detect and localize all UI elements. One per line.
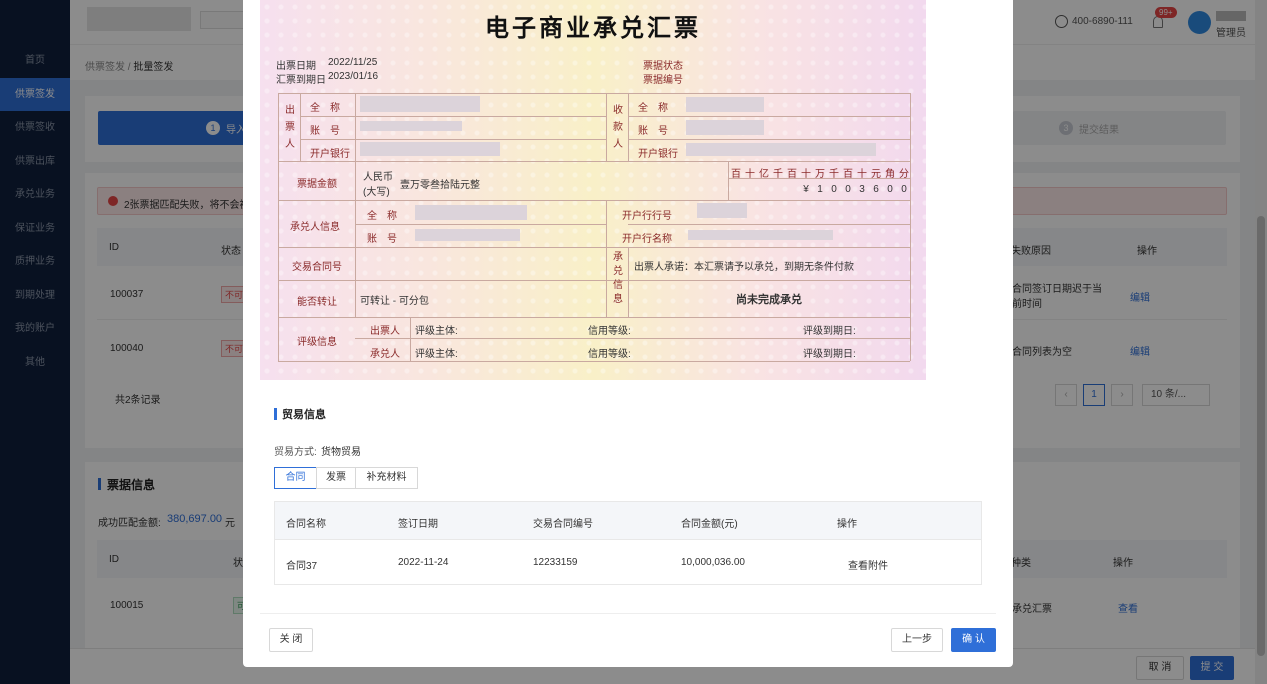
redacted-payee-account xyxy=(686,120,764,135)
rating-expiry-1: 评级到期日: xyxy=(803,326,856,337)
bill-title: 电子商业承兑汇票 xyxy=(485,15,701,42)
drawer-account-label: 账 号 xyxy=(310,126,340,137)
drawer-bank-label: 开户银行 xyxy=(310,149,350,160)
payee-name-label: 全 称 xyxy=(638,103,668,114)
redacted-payee-bank xyxy=(686,143,876,156)
trade-info-title: 贸易信息 xyxy=(282,409,326,421)
redacted-drawer-name xyxy=(360,96,480,112)
trade-method-value: 货物贸易 xyxy=(321,447,361,458)
contract-no: 12233159 xyxy=(533,557,578,568)
redacted-acceptor-bank-no xyxy=(697,203,747,218)
acceptor-name-label: 全 称 xyxy=(367,211,397,222)
tab-contract[interactable]: 合同 xyxy=(274,467,317,489)
col-sign-date: 签订日期 xyxy=(398,519,438,530)
col-contract-amount: 合同金额(元) xyxy=(681,519,738,530)
rating-expiry-2: 评级到期日: xyxy=(803,349,856,360)
rating-subject-2: 评级主体: xyxy=(415,349,458,360)
tab-supplementary[interactable]: 补充材料 xyxy=(355,467,418,489)
redacted-acceptor-bank-name xyxy=(688,230,833,240)
acceptor-bank-no-label: 开户行行号 xyxy=(622,211,672,222)
rmb-label: 人民币 xyxy=(363,172,393,183)
acceptor-account-label: 账 号 xyxy=(367,234,397,245)
acceptor-info-label: 承兑人信息 xyxy=(290,222,340,233)
modal-footer-divider xyxy=(260,613,996,614)
trade-section-marker xyxy=(274,408,277,420)
prev-step-button[interactable]: 上一步 xyxy=(891,628,943,652)
payee-account-label: 账 号 xyxy=(638,126,668,137)
redacted-acceptor-name xyxy=(415,205,527,220)
amount-label: 票据金额 xyxy=(297,179,337,190)
redacted-drawer-account xyxy=(360,121,462,131)
redacted-payee-name xyxy=(686,97,764,112)
acceptor-bank-name-label: 开户行名称 xyxy=(622,234,672,245)
bill-face: 电子商业承兑汇票 出票日期 2022/11/25 汇票到期日 2023/01/1… xyxy=(260,0,926,380)
confirm-button[interactable]: 确 认 xyxy=(951,628,996,652)
contract-table: 合同名称 签订日期 交易合同编号 合同金额(元) 操作 合同37 2022-11… xyxy=(274,501,982,585)
col-contract-no: 交易合同编号 xyxy=(533,519,593,530)
rating-acceptor-label: 承兑人 xyxy=(370,349,400,360)
uppercase-label: (大写) xyxy=(363,187,390,198)
bill-status-label: 票据状态 xyxy=(643,61,683,72)
payee-label: 收款人 xyxy=(613,105,623,150)
trade-method-label: 贸易方式: xyxy=(274,447,317,458)
due-date: 2023/01/16 xyxy=(328,71,379,82)
credit-level-2: 信用等级: xyxy=(588,349,631,360)
close-button[interactable]: 关 闭 xyxy=(269,628,313,652)
issue-date-label: 出票日期 xyxy=(276,61,316,72)
contract-date: 2022-11-24 xyxy=(398,557,449,568)
tab-invoice[interactable]: 发票 xyxy=(316,467,356,489)
contract-amount: 10,000,036.00 xyxy=(681,557,745,568)
contract-table-header: 合同名称 签订日期 交易合同编号 合同金额(元) 操作 xyxy=(275,502,981,540)
drawer-label: 出票人 xyxy=(285,105,295,150)
rating-subject-1: 评级主体: xyxy=(415,326,458,337)
rating-drawer-label: 出票人 xyxy=(370,326,400,337)
credit-level-1: 信用等级: xyxy=(588,326,631,337)
redacted-drawer-bank xyxy=(360,142,500,156)
redacted-acceptor-account xyxy=(415,229,520,241)
bill-number-label: 票据编号 xyxy=(643,75,683,86)
issue-date: 2022/11/25 xyxy=(328,57,378,68)
drawer-promise: 出票人承诺：本汇票请予以承兑，到期无条件付款 xyxy=(634,262,854,273)
col-contract-op: 操作 xyxy=(837,519,857,530)
drawer-name-label: 全 称 xyxy=(310,103,340,114)
bill-preview-modal: 电子商业承兑汇票 出票日期 2022/11/25 汇票到期日 2023/01/1… xyxy=(243,0,1013,667)
rating-info-label: 评级信息 xyxy=(297,337,337,348)
accept-info-label: 承兑信息 xyxy=(613,252,623,305)
payee-bank-label: 开户银行 xyxy=(638,149,678,160)
contract-no-label: 交易合同号 xyxy=(292,262,342,273)
acceptance-status: 尚未完成承兑 xyxy=(736,294,802,306)
view-attachment-link[interactable]: 查看附件 xyxy=(848,557,888,572)
contract-name: 合同37 xyxy=(286,561,318,572)
amount-words: 壹万零叁拾陆元整 xyxy=(400,180,480,191)
due-date-label: 汇票到期日 xyxy=(276,75,326,86)
transfer-value: 可转让 - 可分包 xyxy=(360,296,429,307)
col-contract-name: 合同名称 xyxy=(286,519,326,530)
transfer-label: 能否转让 xyxy=(297,297,337,308)
